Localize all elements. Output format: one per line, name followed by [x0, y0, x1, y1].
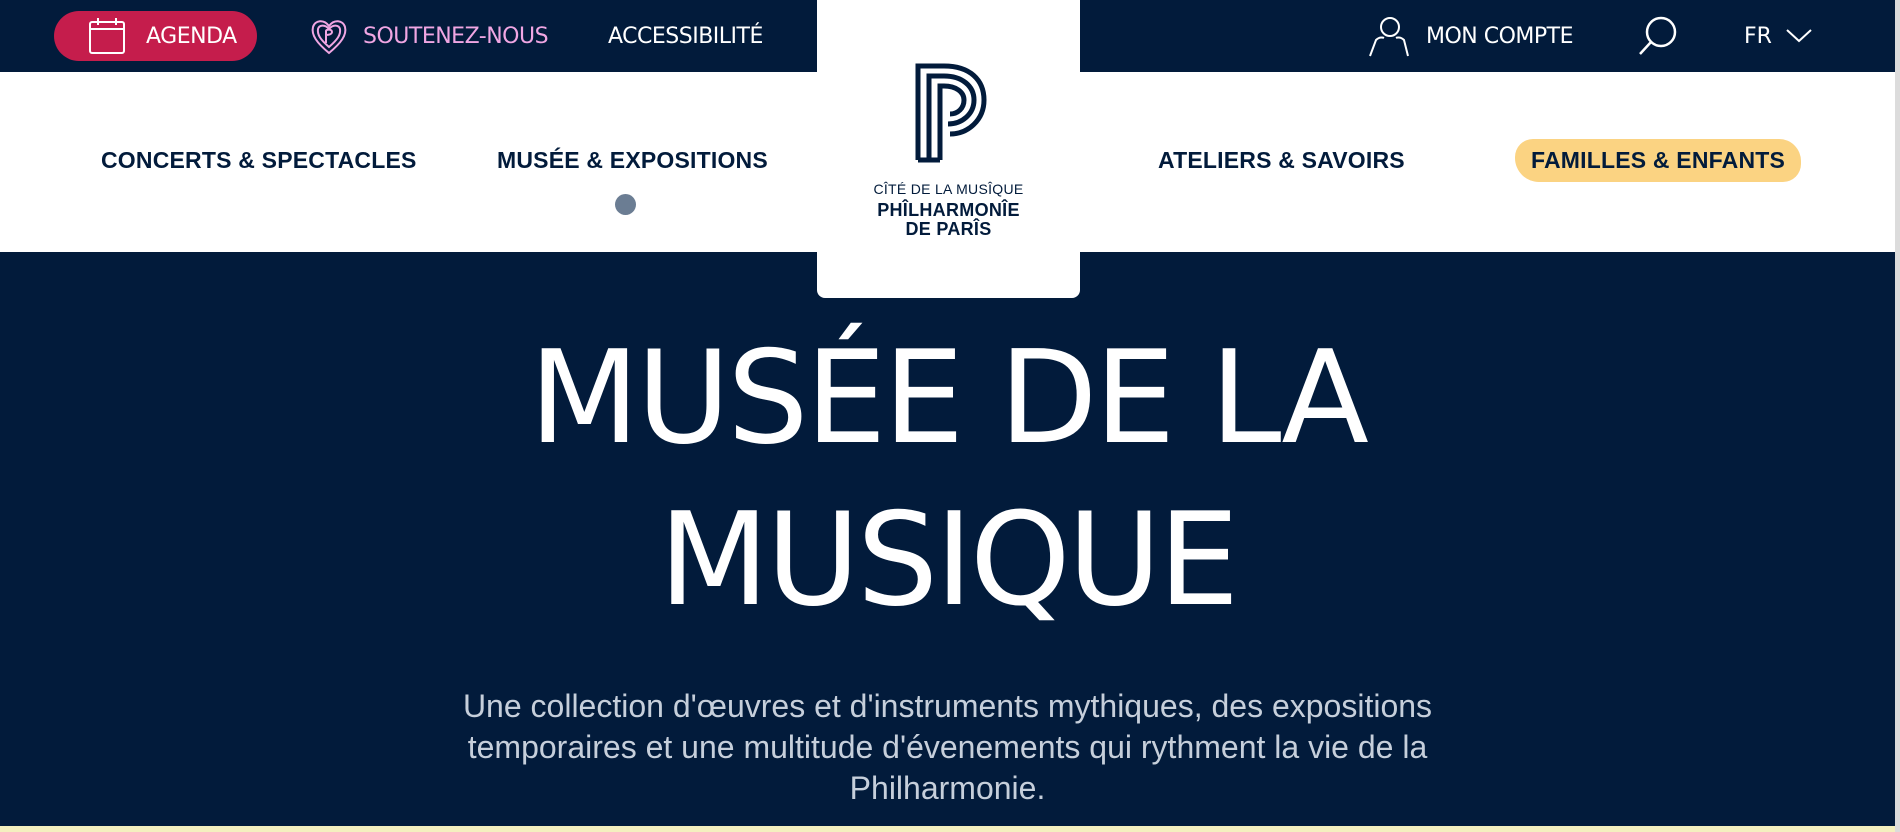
nav-musee-expositions[interactable]: MUSÉE & EXPOSITIONS	[497, 72, 768, 248]
bottom-banner-edge	[0, 826, 1895, 832]
account-link[interactable]: MON COMPTE	[1366, 14, 1574, 58]
support-link[interactable]: SOUTENEZ-NOUS	[309, 14, 549, 58]
accessibility-label: ACCESSIBILITÉ	[608, 23, 763, 49]
scrollbar[interactable]	[1895, 0, 1900, 832]
nav-label: CONCERTS & SPECTACLES	[101, 146, 417, 173]
page-title: MUSÉE DE LA MUSIQUE	[0, 318, 1895, 642]
language-selector[interactable]: FR	[1744, 14, 1812, 58]
language-label: FR	[1744, 23, 1772, 49]
agenda-button[interactable]: AGENDA	[54, 11, 257, 61]
accessibility-link[interactable]: ACCESSIBILITÉ	[608, 14, 763, 58]
support-label: SOUTENEZ-NOUS	[363, 23, 549, 49]
active-indicator	[615, 194, 636, 215]
nav-ateliers-savoirs[interactable]: ATELIERS & SAVOIRS	[1158, 72, 1405, 248]
nav-concerts-spectacles[interactable]: CONCERTS & SPECTACLES	[101, 72, 417, 248]
nav-label: MUSÉE & EXPOSITIONS	[497, 146, 768, 173]
chevron-down-icon	[1786, 29, 1812, 43]
calendar-icon	[89, 18, 125, 54]
logo-line-de-paris: DE PARÎS	[905, 219, 992, 239]
logo-text-cite: CÎTÉ DE LA MUSÎQUE	[873, 181, 1024, 197]
agenda-label: AGENDA	[146, 23, 237, 49]
philharmonie-logo-icon	[915, 63, 987, 163]
title-line-2: MUSIQUE	[658, 486, 1239, 635]
nav-familles-enfants[interactable]: FAMILLES & ENFANTS	[1515, 72, 1802, 248]
home-logo-link[interactable]: CÎTÉ DE LA MUSÎQUE PHÎLHARMONÎE DE PARÎS	[817, 0, 1080, 298]
account-label: MON COMPTE	[1426, 23, 1574, 49]
logo-line-philharmonie: PHÎLHARMONÎE	[877, 200, 1020, 220]
title-line-1: MUSÉE DE LA	[529, 324, 1369, 473]
search-icon	[1639, 16, 1677, 55]
nav-label: FAMILLES & ENFANTS	[1515, 138, 1802, 182]
hero-description: Une collection d'œuvres et d'instruments…	[462, 688, 1433, 806]
logo-text-philharmonie: PHÎLHARMONÎE DE PARÎS	[817, 201, 1080, 239]
user-icon	[1369, 17, 1409, 57]
nav-label: ATELIERS & SAVOIRS	[1158, 146, 1405, 173]
search-button[interactable]	[1636, 14, 1680, 58]
heart-logo-icon	[311, 20, 347, 55]
